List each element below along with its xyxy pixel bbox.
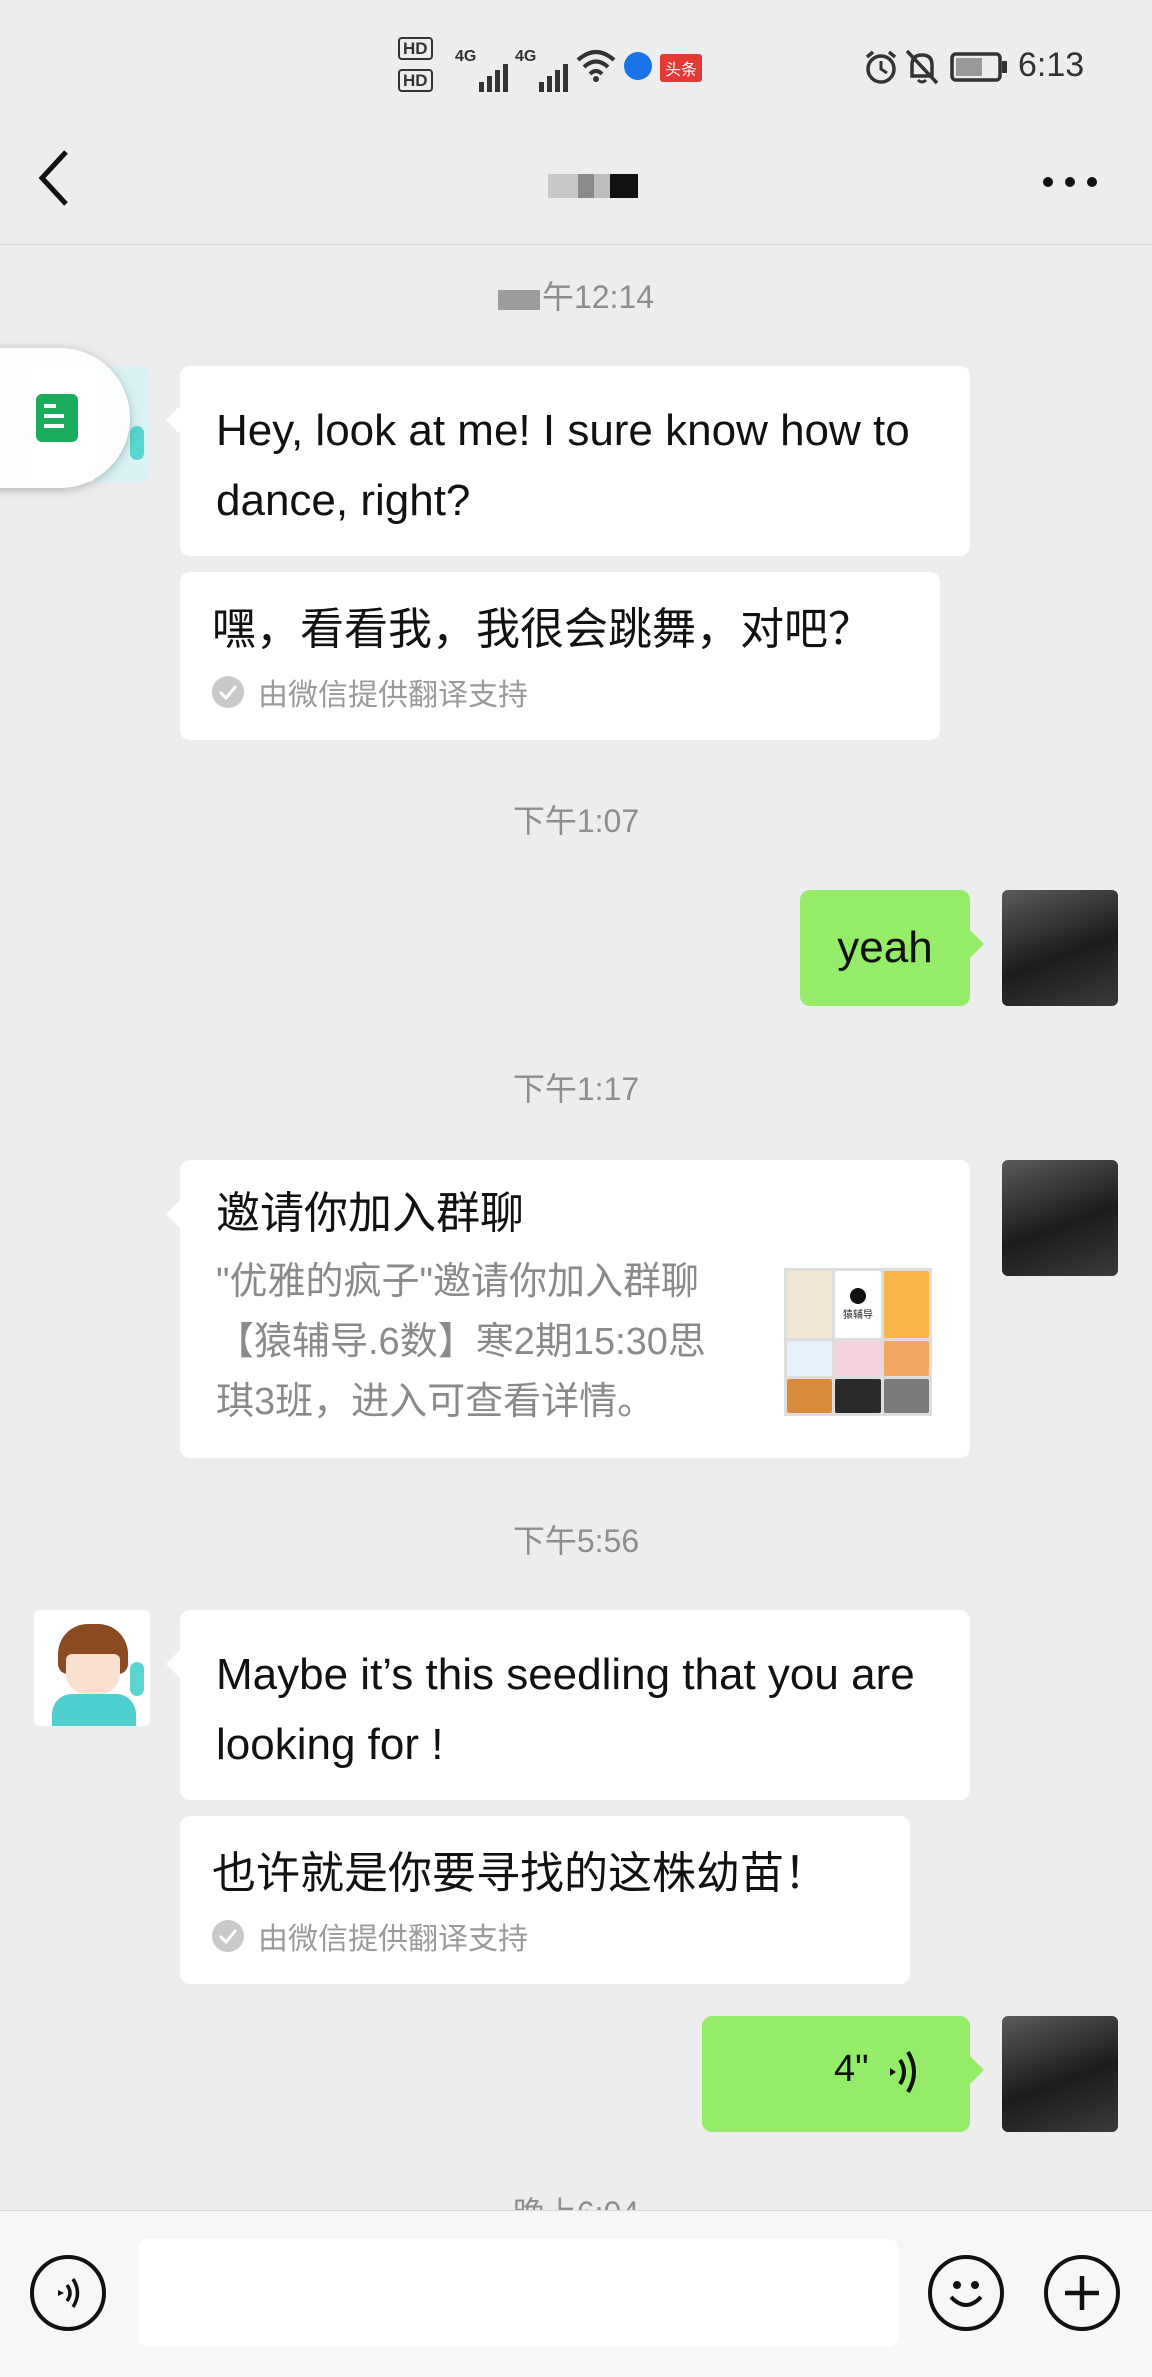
status-bar: HD HD 4G 4G 头条 6:13 [0, 0, 1152, 132]
app-notification-icon [624, 52, 652, 80]
hd-indicator-2: HD [398, 69, 433, 92]
voice-mode-icon[interactable] [30, 2255, 106, 2331]
message-bubble[interactable]: Hey, look at me! I sure know how to danc… [166, 366, 970, 556]
wifi-icon [576, 50, 616, 82]
translation-source: 由微信提供翻译支持 [212, 1914, 878, 1958]
chat-header [0, 132, 1152, 245]
plus-icon[interactable] [1044, 2255, 1120, 2331]
check-icon [212, 676, 244, 708]
group-invite-card[interactable]: 邀请你加入群聊 "优雅的疯子"邀请你加入群聊【猿辅导.6数】寒2期15:30思琪… [166, 1160, 970, 1458]
translation-bubble[interactable]: 也许就是你要寻找的这株幼苗！ 由微信提供翻译支持 [180, 1816, 910, 1984]
contact-avatar[interactable] [34, 1610, 150, 1726]
input-bar [0, 2210, 1152, 2377]
group-thumbnail: 猿辅导 [784, 1268, 932, 1416]
bell-off-icon [905, 49, 939, 85]
voice-wave-icon [890, 2050, 916, 2094]
translation-source: 由微信提供翻译支持 [212, 670, 908, 714]
chevron-left-icon[interactable] [36, 148, 76, 208]
emoji-icon[interactable] [928, 2255, 1004, 2331]
document-icon [36, 394, 78, 442]
message-text: Hey, look at me! I sure know how to danc… [216, 406, 910, 525]
message-input[interactable] [138, 2239, 898, 2347]
chat-title [548, 174, 638, 198]
user-avatar[interactable] [1002, 890, 1118, 1006]
voice-message[interactable]: 4" [702, 2016, 984, 2132]
more-dots-icon[interactable] [1040, 172, 1100, 192]
translation-bubble[interactable]: 嘿，看看我，我很会跳舞，对吧？ 由微信提供翻译支持 [180, 572, 940, 740]
clock-time: 6:13 [1018, 46, 1085, 84]
alarm-icon [865, 50, 897, 84]
user-avatar[interactable] [1002, 2016, 1118, 2132]
timestamp: 下午1:07 [512, 803, 640, 839]
news-badge: 头条 [660, 54, 703, 82]
translation-text: 嘿，看看我，我很会跳舞，对吧？ [212, 605, 872, 654]
translation-text: 也许就是你要寻找的这株幼苗！ [212, 1849, 828, 1898]
message-bubble[interactable]: Maybe it’s this seedling that you are lo… [166, 1610, 970, 1800]
message-bubble-sent[interactable]: yeah [800, 890, 984, 1006]
user-avatar[interactable] [1002, 1160, 1118, 1276]
battery-icon [950, 52, 1007, 82]
timestamp: 午12:14 [0, 272, 1152, 318]
hd-indicator-1: HD [398, 37, 433, 60]
timestamp: 下午1:17 [512, 1071, 640, 1107]
invite-title: 邀请你加入群聊 [216, 1189, 524, 1238]
message-text: Maybe it’s this seedling that you are lo… [216, 1650, 915, 1769]
check-icon [212, 1920, 244, 1952]
timestamp: 下午5:56 [512, 1523, 640, 1559]
message-text: yeah [837, 923, 933, 972]
voice-duration: 4" [834, 2048, 869, 2090]
invite-description: "优雅的疯子"邀请你加入群聊【猿辅导.6数】寒2期15:30思琪3班，进入可查看… [216, 1261, 706, 1423]
